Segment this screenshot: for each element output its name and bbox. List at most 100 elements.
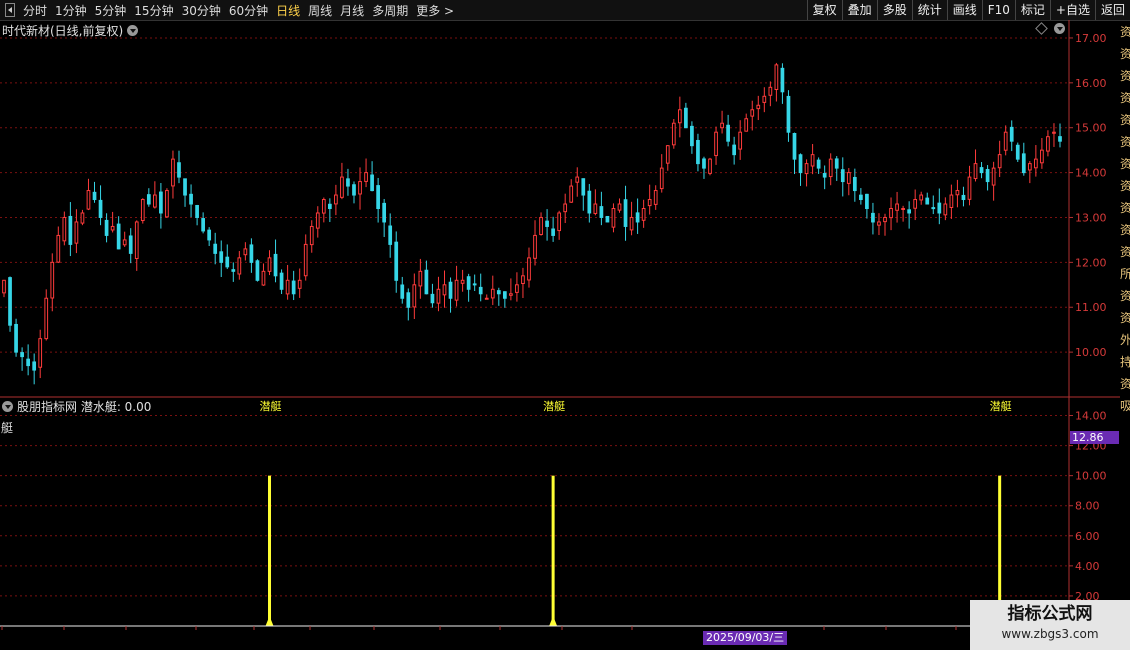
candle-body (834, 158, 839, 169)
period-monthly[interactable]: 月线 (340, 2, 364, 19)
candle-body (183, 178, 187, 196)
stats-button[interactable]: 统计 (911, 0, 947, 20)
kline-chart[interactable]: 17.00 16.00 15.00 14.00 13.00 12.00 11.00 10.00… (0, 20, 1120, 630)
candle-body (551, 228, 555, 236)
candle-body (297, 279, 302, 289)
f10-button[interactable]: F10 (981, 0, 1015, 20)
back-arrow-icon[interactable] (5, 3, 15, 17)
candle-body (1027, 163, 1032, 171)
candle-body (937, 202, 942, 214)
candle-body (931, 207, 936, 210)
candle-body (134, 221, 139, 260)
candle-body (967, 176, 972, 200)
candle-body (291, 280, 296, 295)
candle-body (1046, 136, 1050, 152)
period-5min[interactable]: 5分钟 (95, 2, 127, 19)
indicator-axis-label: 14.00 (1075, 410, 1107, 423)
indicator-title: 股朋指标网 潜水艇: 0.00 (17, 400, 152, 414)
signal-label: 潜艇 (260, 399, 282, 413)
add-watchlist-button[interactable]: +自选 (1049, 0, 1095, 20)
candle-body (436, 288, 441, 304)
candle-body (460, 279, 465, 284)
signal-bar (268, 475, 272, 626)
mark-button[interactable]: 标记 (1014, 0, 1050, 20)
period-1min[interactable]: 1分钟 (55, 2, 87, 19)
candle-body (14, 323, 18, 353)
strip-char: 资 (1120, 201, 1130, 215)
candle-body (122, 239, 127, 246)
period-weekly[interactable]: 周线 (308, 2, 332, 19)
candle-body (515, 284, 519, 293)
candle-body (315, 212, 320, 229)
candle-body (424, 269, 429, 295)
candle-body (321, 199, 326, 214)
period-60min[interactable]: 60分钟 (229, 2, 268, 19)
candle-body (684, 107, 688, 129)
overlay-button[interactable]: 叠加 (841, 0, 877, 20)
strip-char: 持 (1120, 355, 1130, 369)
indicator-axis-label: 8.00 (1075, 500, 1100, 513)
indicator-axis-label: 4.00 (1075, 560, 1100, 573)
candle-body (231, 269, 236, 272)
candle-body (653, 190, 658, 205)
candle-body (545, 220, 549, 227)
candle-body (997, 154, 1002, 169)
candle-body (38, 338, 43, 368)
candle-body (629, 216, 634, 231)
candle-body (816, 159, 821, 169)
cursor-date-tag: 2025/09/03/三 (703, 631, 788, 645)
period-more[interactable]: 更多 > (416, 2, 454, 19)
candle-body (961, 194, 966, 201)
price-axis-label: 17.00 (1075, 32, 1107, 45)
candle-body (104, 219, 109, 236)
candle-body (376, 185, 380, 210)
candle-body (225, 256, 230, 268)
candle-body (165, 190, 169, 218)
period-daily[interactable]: 日线 (276, 2, 300, 19)
period-fenshi[interactable]: 分时 (23, 2, 47, 19)
candle-body (255, 260, 260, 281)
multi-stock-button[interactable]: 多股 (876, 0, 912, 20)
candle-body (605, 215, 610, 223)
dropdown-circle-icon[interactable] (127, 25, 139, 36)
chart-menu-circle-icon[interactable] (1054, 23, 1065, 34)
candle-body (358, 181, 362, 195)
candle-body (798, 154, 803, 174)
candle-body (907, 209, 912, 214)
candle-body (110, 225, 115, 231)
candle-body (732, 144, 737, 156)
period-multi[interactable]: 多周期 (372, 2, 408, 19)
candle-body (340, 176, 344, 198)
candle-body (472, 283, 477, 286)
period-15min[interactable]: 15分钟 (134, 2, 173, 19)
candle-body (828, 158, 833, 178)
current-price-tag: 12.86 (1070, 431, 1119, 444)
indicator-dropdown-icon[interactable] (2, 401, 13, 412)
period-30min[interactable]: 30分钟 (182, 2, 221, 19)
strip-char: 资 (1120, 113, 1130, 127)
candle-body (309, 225, 314, 246)
candle-body (189, 193, 193, 205)
candle-body (647, 199, 652, 207)
candle-body (750, 109, 755, 117)
candle-body (86, 190, 91, 210)
strip-char: 资 (1120, 47, 1130, 61)
candle-body (267, 257, 272, 272)
candle-body (159, 191, 163, 214)
candle-body (810, 154, 815, 167)
strip-char: 资 (1120, 289, 1130, 303)
draw-line-button[interactable]: 画线 (946, 0, 982, 20)
candle-body (774, 64, 779, 90)
candle-body (80, 212, 85, 224)
candle-body (484, 297, 489, 300)
candle-body (273, 253, 278, 277)
fuquan-button[interactable]: 复权 (806, 0, 842, 20)
candle-body (502, 291, 507, 299)
strip-char: 资 (1120, 311, 1130, 325)
candle-body (213, 243, 218, 254)
return-button[interactable]: 返回 (1094, 0, 1130, 20)
candle-body (575, 176, 580, 183)
candle-body (303, 243, 308, 277)
candle-body (406, 292, 411, 308)
candle-body (430, 293, 435, 304)
